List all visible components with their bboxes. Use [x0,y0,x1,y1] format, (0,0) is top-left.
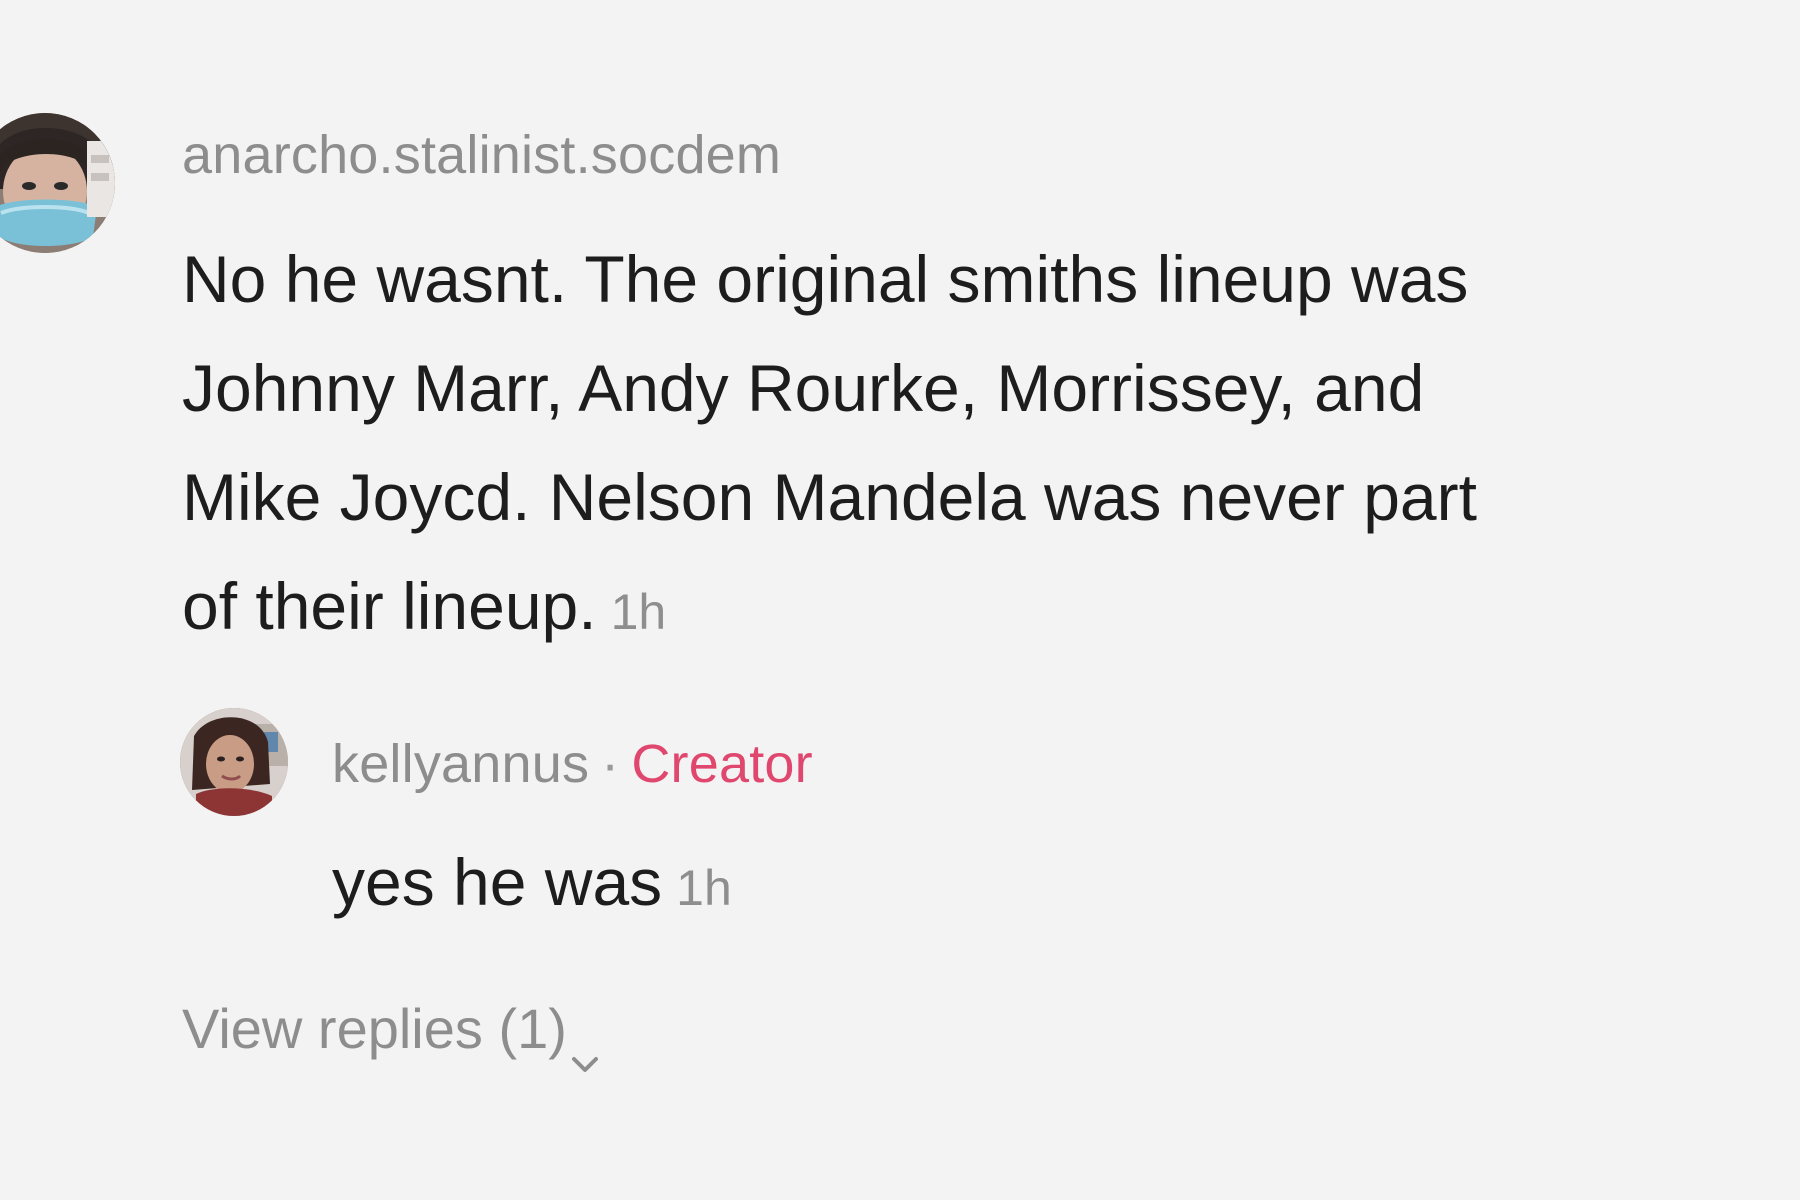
user-avatar-icon[interactable] [0,113,115,253]
view-replies-label: View replies (1) [182,997,567,1060]
view-replies-button[interactable]: View replies (1) [182,996,599,1073]
main-comment-line: Johnny Marr, Andy Rourke, Morrissey, and [182,351,1425,425]
main-comment-line: of their lineup. [182,569,597,643]
chevron-down-icon [571,1023,599,1073]
reply-text: yes he was 1h [332,828,732,943]
reply-username-row: kellyannus · Creator [332,733,813,795]
reply-timestamp: 1h [676,860,732,916]
main-comment-line: No he wasnt. The original smiths lineup … [182,242,1469,316]
reply-username[interactable]: kellyannus [332,734,589,794]
main-comment-timestamp: 1h [610,584,667,640]
main-comment-last-line: of their lineup. 1h [182,552,1477,667]
main-comment-username[interactable]: anarcho.stalinist.socdem [182,124,781,186]
reply-comment-text: yes he was [332,845,663,919]
comment-thread: anarcho.stalinist.socdem No he wasnt. Th… [0,0,1800,1200]
main-comment-line: Mike Joycd. Nelson Mandela was never par… [182,460,1477,534]
username-separator: · [601,734,620,794]
creator-badge: Creator [631,734,813,794]
main-comment-text: No he wasnt. The original smiths lineup … [182,225,1477,667]
creator-avatar-icon[interactable] [180,708,288,816]
